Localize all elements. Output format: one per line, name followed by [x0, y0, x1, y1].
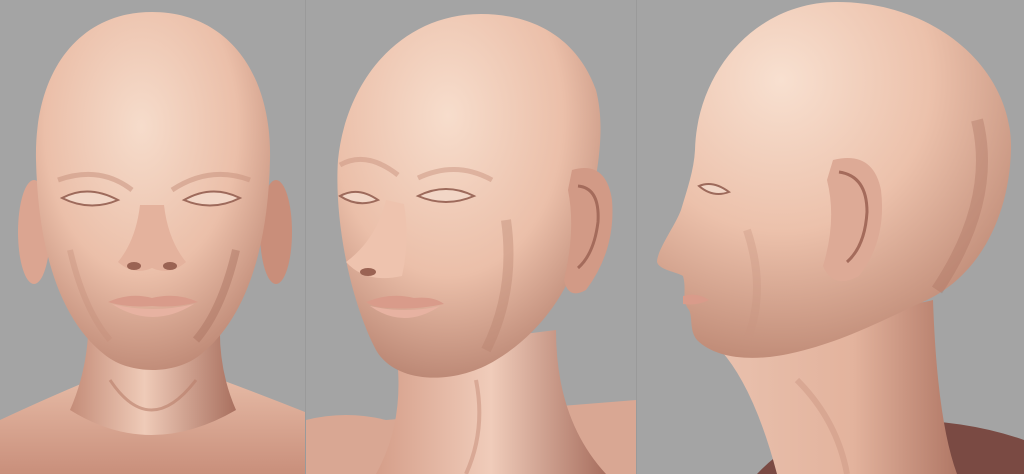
front-view-panel — [0, 0, 305, 474]
sculpt-reference-sheet — [0, 0, 1024, 474]
three-quarter-view-panel — [306, 0, 636, 474]
profile-view-panel — [637, 0, 1024, 474]
three-quarter-head-render — [306, 14, 636, 474]
front-head-render — [0, 12, 305, 474]
profile-head-render — [657, 2, 1024, 474]
three-quarter-ear — [564, 168, 613, 294]
